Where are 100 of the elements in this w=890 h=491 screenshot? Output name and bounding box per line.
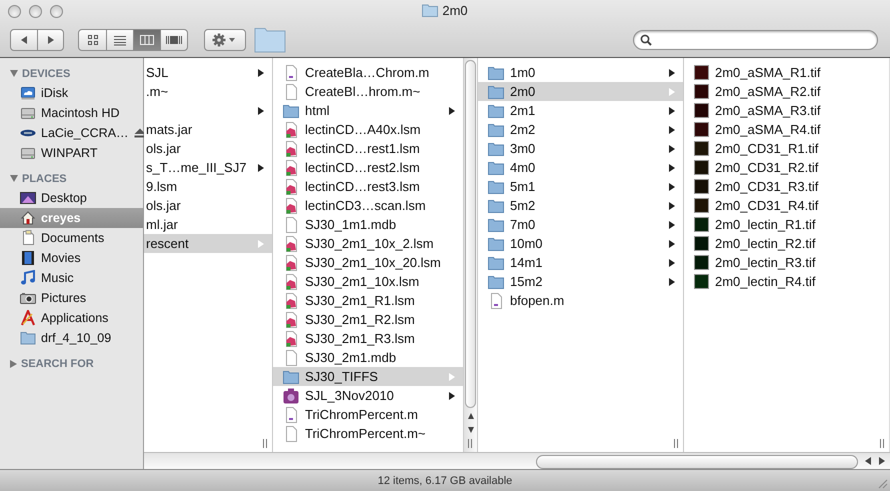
- file-row[interactable]: SJ30_2m1_10x_20.lsm: [273, 253, 463, 272]
- file-row[interactable]: SJ30_2m1_R1.lsm: [273, 291, 463, 310]
- minimize-button[interactable]: [29, 4, 42, 18]
- file-name: 1m0: [510, 65, 536, 80]
- sidebar-item[interactable]: Movies: [0, 248, 143, 268]
- file-row[interactable]: mats.jar: [144, 120, 272, 139]
- file-row[interactable]: 5m1: [478, 177, 683, 196]
- file-row[interactable]: 10m0: [478, 234, 683, 253]
- file-row[interactable]: 4m0: [478, 158, 683, 177]
- file-row[interactable]: ols.jar: [144, 196, 272, 215]
- file-row[interactable]: lectinCD…A40x.lsm: [273, 120, 463, 139]
- sidebar-item[interactable]: Pictures: [0, 288, 143, 308]
- sidebar-item[interactable]: Documents: [0, 228, 143, 248]
- file-row[interactable]: s_T…me_III_SJ7: [144, 158, 272, 177]
- sidebar-item[interactable]: Music: [0, 268, 143, 288]
- column-resize-handle[interactable]: [673, 439, 679, 448]
- file-row[interactable]: bfopen.m: [478, 291, 683, 310]
- column-resize-handle[interactable]: [467, 439, 473, 448]
- file-name: 9.lsm: [146, 179, 178, 194]
- file-row[interactable]: TriChromPercent.m: [273, 405, 463, 424]
- file-row[interactable]: 2m0_lectin_R2.tif: [684, 234, 889, 253]
- sidebar-item[interactable]: iDisk: [0, 83, 143, 103]
- horizontal-scrollbar[interactable]: [144, 452, 890, 469]
- eject-icon[interactable]: [134, 128, 146, 138]
- file-row[interactable]: 15m2: [478, 272, 683, 291]
- house-icon: [20, 210, 36, 226]
- file-row[interactable]: lectinCD…rest1.lsm: [273, 139, 463, 158]
- file-row[interactable]: 2m0: [478, 82, 683, 101]
- action-menu-button[interactable]: [204, 28, 246, 50]
- file-row[interactable]: 2m0_CD31_R4.tif: [684, 196, 889, 215]
- file-row[interactable]: TriChromPercent.m~: [273, 424, 463, 443]
- file-row[interactable]: CreateBla…Chrom.m: [273, 63, 463, 82]
- file-row[interactable]: SJ30_2m1_R2.lsm: [273, 310, 463, 329]
- file-row[interactable]: 2m0_aSMA_R1.tif: [684, 63, 889, 82]
- search-field[interactable]: [633, 30, 878, 50]
- file-name: 2m2: [510, 122, 536, 137]
- resize-grip-icon[interactable]: [877, 478, 888, 489]
- file-name: lectinCD…rest1.lsm: [305, 141, 421, 156]
- file-row[interactable]: 2m1: [478, 101, 683, 120]
- file-row[interactable]: 5m2: [478, 196, 683, 215]
- file-row[interactable]: rescent: [144, 234, 272, 253]
- file-row[interactable]: 2m0_CD31_R2.tif: [684, 158, 889, 177]
- file-row[interactable]: ml.jar: [144, 215, 272, 234]
- file-row[interactable]: SJ30_TIFFS: [273, 367, 463, 386]
- folder-icon: [488, 218, 504, 232]
- file-row[interactable]: 2m0_lectin_R3.tif: [684, 253, 889, 272]
- file-row[interactable]: 9.lsm: [144, 177, 272, 196]
- file-row[interactable]: SJ30_2m1_R3.lsm: [273, 329, 463, 348]
- file-row[interactable]: .m~: [144, 82, 272, 101]
- file-name: SJ30_2m1_R3.lsm: [305, 331, 416, 346]
- file-name: 2m0_lectin_R1.tif: [715, 217, 816, 232]
- file-row[interactable]: 7m0: [478, 215, 683, 234]
- file-row[interactable]: lectinCD…rest3.lsm: [273, 177, 463, 196]
- file-row[interactable]: html: [273, 101, 463, 120]
- file-row[interactable]: 2m0_lectin_R4.tif: [684, 272, 889, 291]
- column-resize-handle[interactable]: [879, 439, 885, 448]
- image-file-icon: [283, 330, 299, 346]
- file-row[interactable]: 2m2: [478, 120, 683, 139]
- file-name: SJ30_2m1_R2.lsm: [305, 312, 416, 327]
- file-row[interactable]: lectinCD…rest2.lsm: [273, 158, 463, 177]
- file-row[interactable]: 2m0_aSMA_R2.tif: [684, 82, 889, 101]
- sidebar-item[interactable]: LaCie_CCRA…: [0, 123, 143, 143]
- sidebar-section-header[interactable]: SEARCH FOR: [0, 354, 143, 373]
- columns-view-button[interactable]: [133, 30, 160, 50]
- file-row[interactable]: SJ30_2m1.mdb: [273, 348, 463, 367]
- zoom-button[interactable]: [50, 4, 63, 18]
- file-row[interactable]: SJL: [144, 63, 272, 82]
- close-button[interactable]: [8, 4, 21, 18]
- file-row[interactable]: 2m0_aSMA_R3.tif: [684, 101, 889, 120]
- hard-drive-icon: [20, 105, 36, 121]
- file-row[interactable]: 2m0_CD31_R1.tif: [684, 139, 889, 158]
- scroll-down-arrow-icon[interactable]: [466, 426, 474, 434]
- file-row[interactable]: 2m0_lectin_R1.tif: [684, 215, 889, 234]
- file-row[interactable]: 1m0: [478, 63, 683, 82]
- file-row[interactable]: 3m0: [478, 139, 683, 158]
- sidebar-item[interactable]: Applications: [0, 308, 143, 328]
- folder-icon: [488, 66, 504, 80]
- image-file-icon: [283, 160, 299, 176]
- file-row[interactable]: SJ30_2m1_10x.lsm: [273, 272, 463, 291]
- image-file-icon: [283, 178, 299, 194]
- file-row[interactable]: SJ30_2m1_10x_2.lsm: [273, 234, 463, 253]
- file-row[interactable]: SJ30_1m1.mdb: [273, 215, 463, 234]
- file-row[interactable]: ols.jar: [144, 139, 272, 158]
- file-row[interactable]: lectinCD3…scan.lsm: [273, 196, 463, 215]
- sidebar-item[interactable]: Macintosh HD: [0, 103, 143, 123]
- file-row[interactable]: 2m0_CD31_R3.tif: [684, 177, 889, 196]
- folder-icon: [488, 180, 504, 194]
- sidebar-item[interactable]: Desktop: [0, 188, 143, 208]
- column-resize-handle[interactable]: [262, 439, 268, 448]
- sidebar-section-header[interactable]: DEVICES: [0, 64, 143, 83]
- document-icon: [283, 64, 299, 80]
- file-row[interactable]: 2m0_aSMA_R4.tif: [684, 120, 889, 139]
- sidebar-item[interactable]: WINPART: [0, 143, 143, 163]
- file-row[interactable]: 14m1: [478, 253, 683, 272]
- file-row[interactable]: CreateBl…hrom.m~: [273, 82, 463, 101]
- sidebar-section-header[interactable]: PLACES: [0, 169, 143, 188]
- file-row[interactable]: SJL_3Nov2010: [273, 386, 463, 405]
- sidebar-item[interactable]: drf_4_10_09: [0, 328, 143, 348]
- scroll-up-arrow-icon[interactable]: [466, 412, 474, 420]
- vertical-scrollbar[interactable]: [463, 58, 477, 452]
